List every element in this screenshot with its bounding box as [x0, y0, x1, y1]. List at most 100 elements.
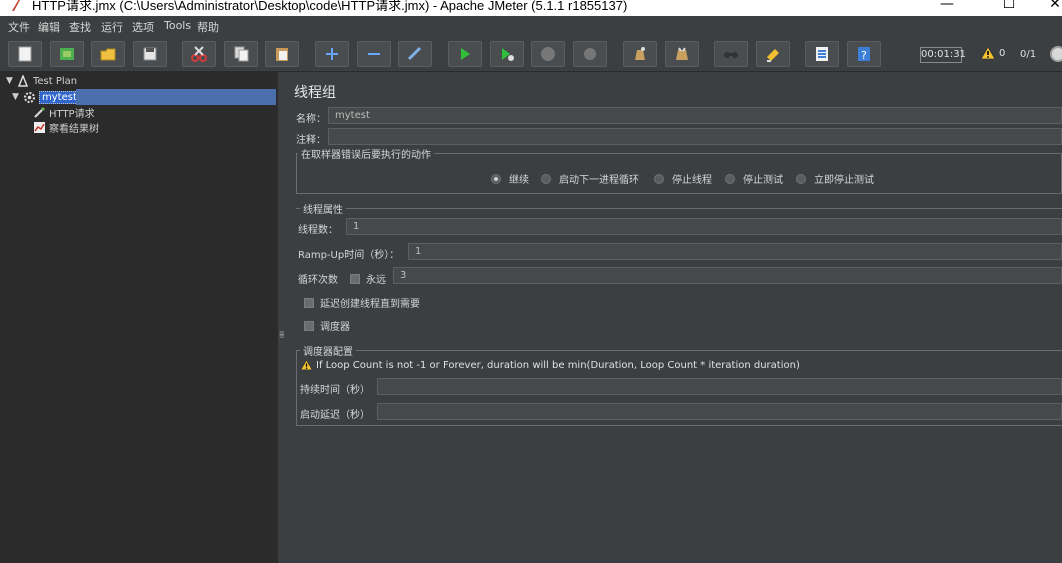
- duration-label: 持续时间（秒）: [300, 385, 370, 396]
- rampup-label: Ramp-Up时间（秒）：: [298, 250, 400, 261]
- close-button[interactable]: ✕: [1032, 0, 1062, 16]
- delay-thread-creation-checkbox[interactable]: 延迟创建线程直到需要: [304, 295, 420, 310]
- tree-node-test-plan[interactable]: ▼ Test Plan: [6, 73, 77, 89]
- tree-node-label: mytest: [39, 90, 80, 104]
- tree-node-view-results-tree[interactable]: 察看结果树: [32, 119, 99, 135]
- save-icon: [143, 47, 157, 61]
- collapse-arrow-icon[interactable]: ▼: [12, 92, 22, 102]
- comment-input[interactable]: [328, 128, 1062, 145]
- toggle-icon: [407, 46, 422, 61]
- menu-search[interactable]: 查找: [69, 19, 91, 35]
- radio-indicator[interactable]: [796, 173, 806, 184]
- radio-label: 停止线程: [672, 175, 712, 186]
- save-button[interactable]: [133, 41, 167, 67]
- collapse-arrow-icon[interactable]: ▼: [6, 76, 16, 86]
- stop-button[interactable]: [531, 41, 565, 67]
- window-title-bar: HTTP请求.jmx (C:\Users\Administrator\Deskt…: [0, 0, 1062, 16]
- reset-search-icon: [767, 49, 779, 62]
- maximize-button[interactable]: ☐: [986, 0, 1032, 16]
- menu-edit[interactable]: 编辑: [38, 19, 60, 35]
- menu-run[interactable]: 运行: [101, 19, 123, 35]
- shutdown-button[interactable]: [573, 41, 607, 67]
- splitter-grip-icon[interactable]: ≡ ≡: [279, 330, 285, 346]
- templates-button[interactable]: [50, 41, 84, 67]
- checkbox-box[interactable]: [304, 320, 314, 331]
- radio-start-next-loop[interactable]: 启动下一进程循环: [541, 171, 639, 186]
- menu-options[interactable]: 选项: [132, 19, 154, 35]
- thread-count-input[interactable]: 1: [346, 218, 1062, 235]
- new-button[interactable]: [8, 41, 42, 67]
- test-plan-icon: [16, 74, 30, 88]
- function-helper-icon: [816, 47, 828, 61]
- active-threads: 0/1: [1020, 49, 1037, 60]
- jmeter-feather-icon: [10, 0, 22, 12]
- checkbox-box[interactable]: [350, 273, 360, 284]
- toggle-button[interactable]: [398, 41, 432, 67]
- thread-group-panel: 线程组 名称： mytest 注释： 在取样器错误后要执行的动作 继续 启动下一…: [286, 72, 1062, 563]
- forever-checkbox[interactable]: 永远: [350, 271, 386, 286]
- tree-node-thread-group[interactable]: ▼ mytest: [12, 89, 80, 105]
- sampler-pipette-icon: [32, 105, 46, 119]
- menu-tools[interactable]: Tools: [164, 19, 191, 32]
- start-no-pauses-button[interactable]: [490, 41, 524, 67]
- thread-group-gear-icon: [22, 90, 36, 104]
- tree-node-label: 察看结果树: [49, 123, 99, 135]
- test-plan-tree[interactable]: ▼ Test Plan ▼ mytest HTTP请求 察看结果树: [0, 72, 278, 563]
- reset-search-button[interactable]: [756, 41, 790, 67]
- clear-all-button[interactable]: [665, 41, 699, 67]
- rampup-input[interactable]: 1: [408, 243, 1062, 260]
- scheduler-config-title: 调度器配置: [300, 343, 356, 358]
- menu-help[interactable]: 帮助: [197, 19, 219, 35]
- start-no-pause-icon: [502, 48, 514, 61]
- checkbox-box[interactable]: [304, 297, 314, 308]
- duration-input[interactable]: [377, 378, 1062, 395]
- cut-button[interactable]: [182, 41, 216, 67]
- new-icon: [18, 46, 32, 62]
- name-label: 名称：: [296, 114, 326, 125]
- menu-bar: 文件 编辑 查找 运行 选项 Tools 帮助: [0, 16, 1062, 36]
- scheduler-warning: If Loop Count is not -1 or Forever, dura…: [300, 359, 800, 371]
- function-helper-button[interactable]: [805, 41, 839, 67]
- warning-icon: [980, 46, 996, 60]
- radio-label: 停止测试: [743, 175, 783, 186]
- radio-indicator[interactable]: [725, 173, 735, 184]
- menu-file[interactable]: 文件: [8, 19, 30, 35]
- paste-button[interactable]: [265, 41, 299, 67]
- comment-label: 注释：: [296, 135, 326, 146]
- warning-indicator[interactable]: 0: [980, 46, 1005, 60]
- collapse-all-button[interactable]: [357, 41, 391, 67]
- tree-node-http-request[interactable]: HTTP请求: [32, 104, 95, 120]
- paste-icon: [276, 48, 288, 61]
- radio-indicator[interactable]: [654, 173, 664, 184]
- thread-properties-title: 线程属性: [300, 201, 346, 216]
- open-icon: [100, 48, 116, 61]
- help-icon: ?: [858, 47, 870, 62]
- help-button[interactable]: ?: [847, 41, 881, 67]
- search-button[interactable]: [714, 41, 748, 67]
- expand-all-button[interactable]: [315, 41, 349, 67]
- radio-label: 立即停止测试: [814, 175, 874, 186]
- radio-stop-thread[interactable]: 停止线程: [654, 171, 712, 186]
- pane-splitter[interactable]: ≡ ≡: [278, 72, 286, 563]
- checkbox-label: 延迟创建线程直到需要: [320, 299, 420, 310]
- radio-indicator[interactable]: [541, 173, 551, 184]
- checkbox-label: 调度器: [320, 322, 350, 333]
- start-button[interactable]: [448, 41, 482, 67]
- open-button[interactable]: [91, 41, 125, 67]
- window-title: HTTP请求.jmx (C:\Users\Administrator\Deskt…: [32, 0, 628, 13]
- radio-continue[interactable]: 继续: [491, 171, 529, 186]
- shutdown-icon: [584, 48, 596, 60]
- radio-stop-test[interactable]: 停止测试: [725, 171, 783, 186]
- name-input[interactable]: mytest: [328, 107, 1062, 124]
- loop-count-input[interactable]: 3: [393, 267, 1062, 284]
- clear-button[interactable]: [623, 41, 657, 67]
- startup-delay-input[interactable]: [377, 403, 1062, 420]
- radio-indicator[interactable]: [491, 173, 501, 184]
- radio-stop-test-now[interactable]: 立即停止测试: [796, 171, 874, 186]
- scheduler-checkbox[interactable]: 调度器: [304, 318, 350, 333]
- minimize-button[interactable]: —: [924, 0, 970, 16]
- copy-button[interactable]: [224, 41, 258, 67]
- search-icon: [724, 52, 738, 58]
- remote-globe-icon[interactable]: [1050, 46, 1062, 62]
- warning-count: 0: [999, 47, 1006, 59]
